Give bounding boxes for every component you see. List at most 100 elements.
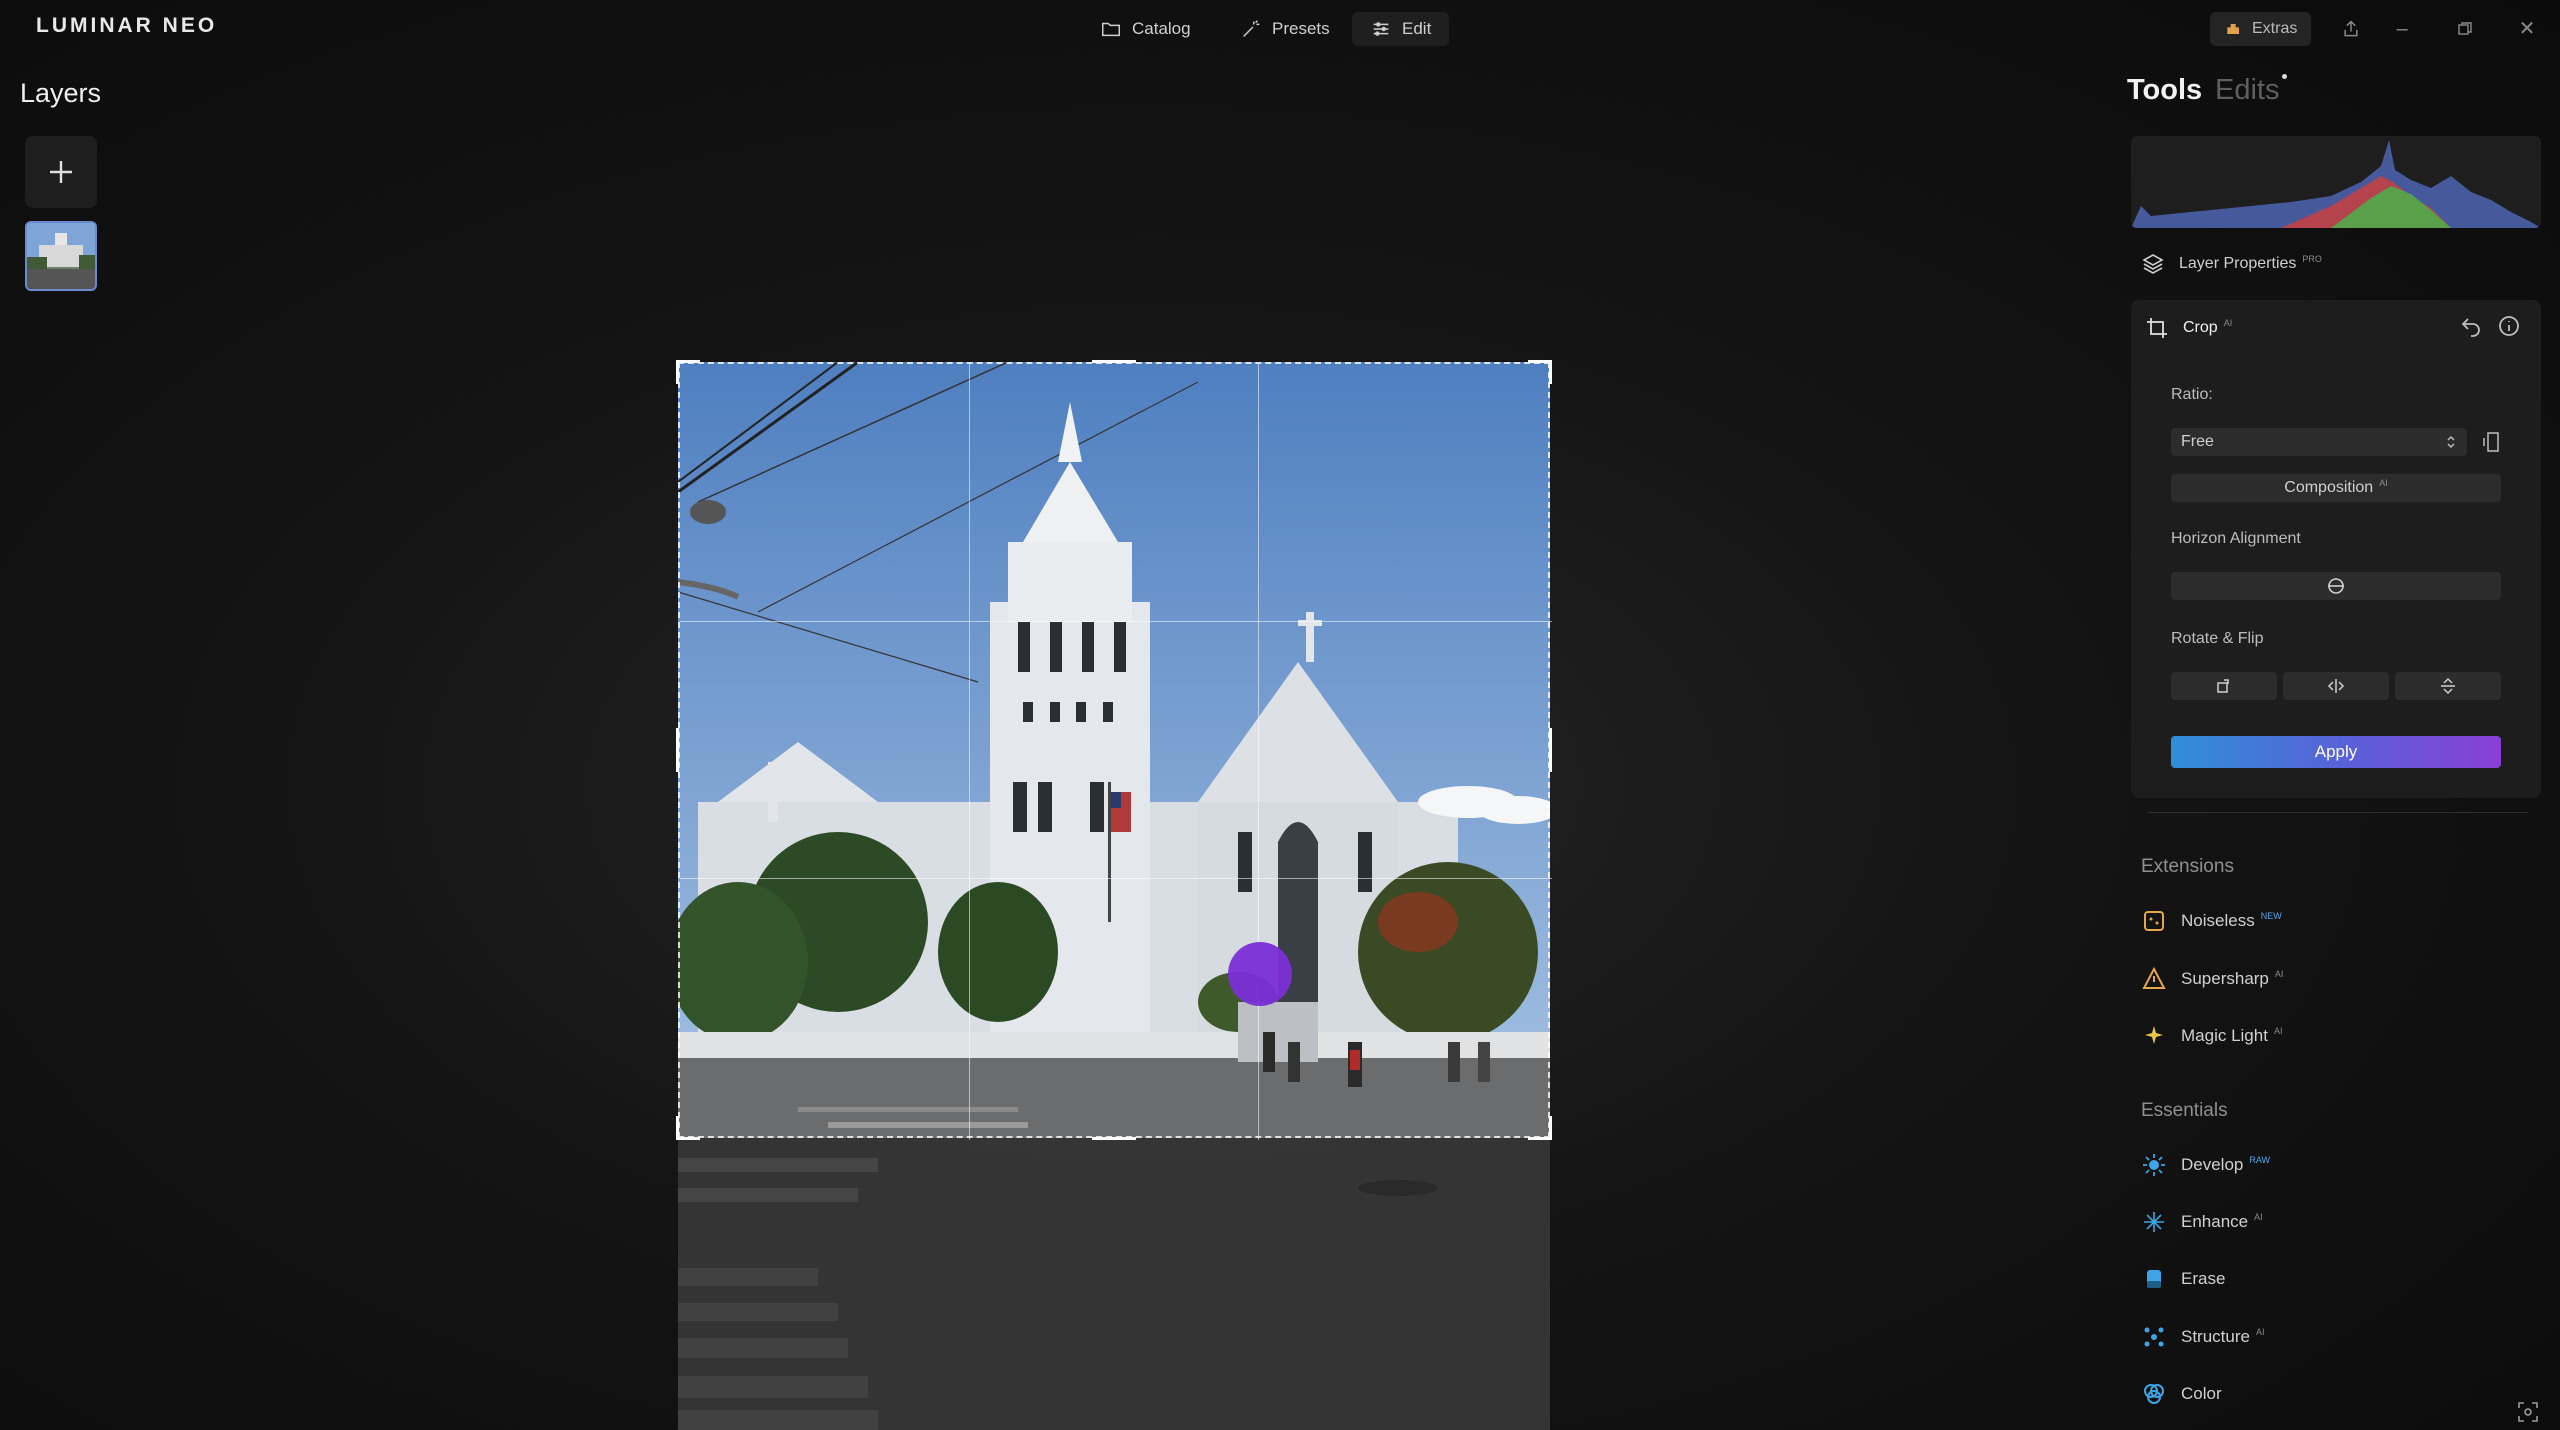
maximize-icon[interactable]: [2450, 14, 2480, 44]
tab-tools[interactable]: Tools: [2127, 74, 2202, 107]
tool-label: Noiseless: [2181, 911, 2255, 930]
tool-erase[interactable]: Erase: [2141, 1266, 2225, 1292]
crop-handle-bottom-left[interactable]: [676, 1137, 700, 1140]
color-icon: [2144, 1384, 2164, 1404]
tool-label: Enhance: [2181, 1212, 2249, 1231]
ai-badge: AI: [2274, 969, 2284, 979]
grid-line-horizontal: [680, 621, 1552, 622]
tool-label: Color: [2181, 1384, 2222, 1403]
crop-panel: Crop AI Ratio: Free Composition AI Horiz…: [2131, 300, 2541, 798]
raw-badge: RAW: [2249, 1155, 2271, 1165]
tab-edit-label: Edit: [1402, 19, 1432, 38]
close-icon[interactable]: ✕: [2512, 14, 2542, 44]
sparkle-icon: [2144, 1212, 2164, 1232]
rotate-icon: [2217, 679, 2229, 693]
chevron-updown-icon: [2447, 435, 2455, 449]
screenshot-icon[interactable]: [2516, 1400, 2540, 1424]
canvas[interactable]: [676, 360, 1552, 1430]
layer-properties-label: Layer Properties: [2179, 255, 2297, 272]
tool-label: Erase: [2181, 1269, 2226, 1288]
ratio-value: Free: [2181, 433, 2214, 450]
tab-presets[interactable]: Presets: [1222, 12, 1348, 46]
tool-develop[interactable]: Develop RAW: [2141, 1152, 2270, 1178]
flip-vertical-icon: [2441, 677, 2455, 695]
noiseless-icon: [2144, 911, 2164, 931]
ai-badge: AI: [2254, 1212, 2263, 1222]
orientation-toggle-icon[interactable]: [2481, 430, 2503, 459]
tool-noiseless[interactable]: Noiseless NEW: [2141, 908, 2282, 934]
share-icon[interactable]: [2336, 14, 2366, 44]
tool-structure[interactable]: Structure AI: [2141, 1324, 2265, 1350]
crop-icon: [2147, 318, 2167, 338]
composition-button[interactable]: Composition AI: [2171, 474, 2501, 502]
sun-icon: [2143, 1154, 2165, 1176]
tool-magic-light[interactable]: Magic Light AI: [2141, 1023, 2282, 1049]
tab-catalog[interactable]: Catalog: [1082, 12, 1209, 46]
info-icon[interactable]: [2497, 314, 2521, 343]
extras-button[interactable]: Extras: [2210, 12, 2312, 46]
horizon-icon: [2328, 578, 2344, 594]
layers-title: Layers: [20, 78, 102, 108]
apply-button[interactable]: Apply: [2171, 736, 2501, 768]
tab-edit[interactable]: Edit: [1352, 12, 1450, 46]
tool-label: Magic Light: [2181, 1026, 2268, 1045]
tool-label: Supersharp: [2181, 969, 2269, 988]
extras-label: Extras: [2252, 20, 2298, 37]
supersharp-icon: [2142, 966, 2166, 989]
grid-line-vertical: [1258, 364, 1259, 1140]
ratio-label: Ratio:: [2171, 386, 2213, 403]
structure-icon: [2144, 1327, 2164, 1347]
crop-handle-top[interactable]: [1092, 360, 1136, 363]
add-layer-button[interactable]: [25, 136, 97, 208]
composition-ai-badge: AI: [2379, 478, 2388, 488]
crop-handle-right[interactable]: [1549, 728, 1552, 772]
tool-enhance[interactable]: Enhance AI: [2141, 1209, 2263, 1235]
crop-handle-top-right[interactable]: [1549, 360, 1552, 384]
ai-badge: AI: [2223, 318, 2233, 328]
flip-vertical-button[interactable]: [2395, 672, 2501, 700]
layer-properties-row[interactable]: Layer Properties PRO: [2141, 252, 2322, 276]
ai-badge: AI: [2255, 1327, 2265, 1337]
photo-outside-crop: [678, 1138, 1550, 1430]
layer-thumbnail[interactable]: [25, 221, 97, 291]
rotate-button[interactable]: [2171, 672, 2277, 700]
edits-indicator-dot: [2282, 74, 2287, 79]
tool-color[interactable]: Color: [2141, 1381, 2222, 1407]
magic-light-icon: [2145, 1026, 2163, 1044]
new-badge: NEW: [2260, 911, 2282, 921]
undo-icon[interactable]: [2459, 314, 2483, 343]
click-indicator: [1228, 942, 1292, 1006]
flip-horizontal-icon: [2327, 679, 2345, 693]
tab-presets-label: Presets: [1272, 19, 1330, 38]
puzzle-icon: [2227, 24, 2239, 34]
histogram: [2131, 136, 2541, 228]
crop-title: Crop: [2183, 319, 2218, 336]
horizon-alignment-button[interactable]: [2171, 572, 2501, 600]
ratio-select[interactable]: Free: [2171, 428, 2467, 456]
crop-header[interactable]: Crop AI: [2145, 316, 2232, 340]
crop-handle-top-left[interactable]: [676, 360, 679, 384]
sliders-icon: [1373, 22, 1389, 36]
crop-handle-bottom-left[interactable]: [676, 1116, 679, 1140]
tool-supersharp[interactable]: Supersharp AI: [2141, 966, 2283, 992]
flip-horizontal-button[interactable]: [2283, 672, 2389, 700]
crop-frame[interactable]: [678, 362, 1552, 1140]
panel-divider: [2148, 812, 2528, 813]
grid-line-vertical: [969, 364, 970, 1140]
crop-handle-bottom-right[interactable]: [1549, 1116, 1552, 1140]
grid-line-horizontal: [680, 878, 1552, 879]
crop-handle-top-left[interactable]: [676, 360, 700, 363]
tab-edits[interactable]: Edits: [2215, 74, 2279, 107]
tool-label: Structure: [2181, 1327, 2250, 1346]
eraser-icon: [2147, 1270, 2161, 1288]
minimize-icon[interactable]: –: [2387, 14, 2417, 44]
app-logo: LUMINAR NEO: [36, 14, 218, 37]
essentials-title: Essentials: [2141, 1100, 2228, 1121]
extensions-title: Extensions: [2141, 856, 2234, 877]
ai-badge: AI: [2273, 1026, 2283, 1036]
tab-catalog-label: Catalog: [1132, 19, 1191, 38]
crop-handle-bottom[interactable]: [1092, 1137, 1136, 1140]
folder-icon: [1102, 22, 1120, 37]
crop-handle-left[interactable]: [676, 728, 679, 772]
pro-badge: PRO: [2302, 254, 2322, 264]
